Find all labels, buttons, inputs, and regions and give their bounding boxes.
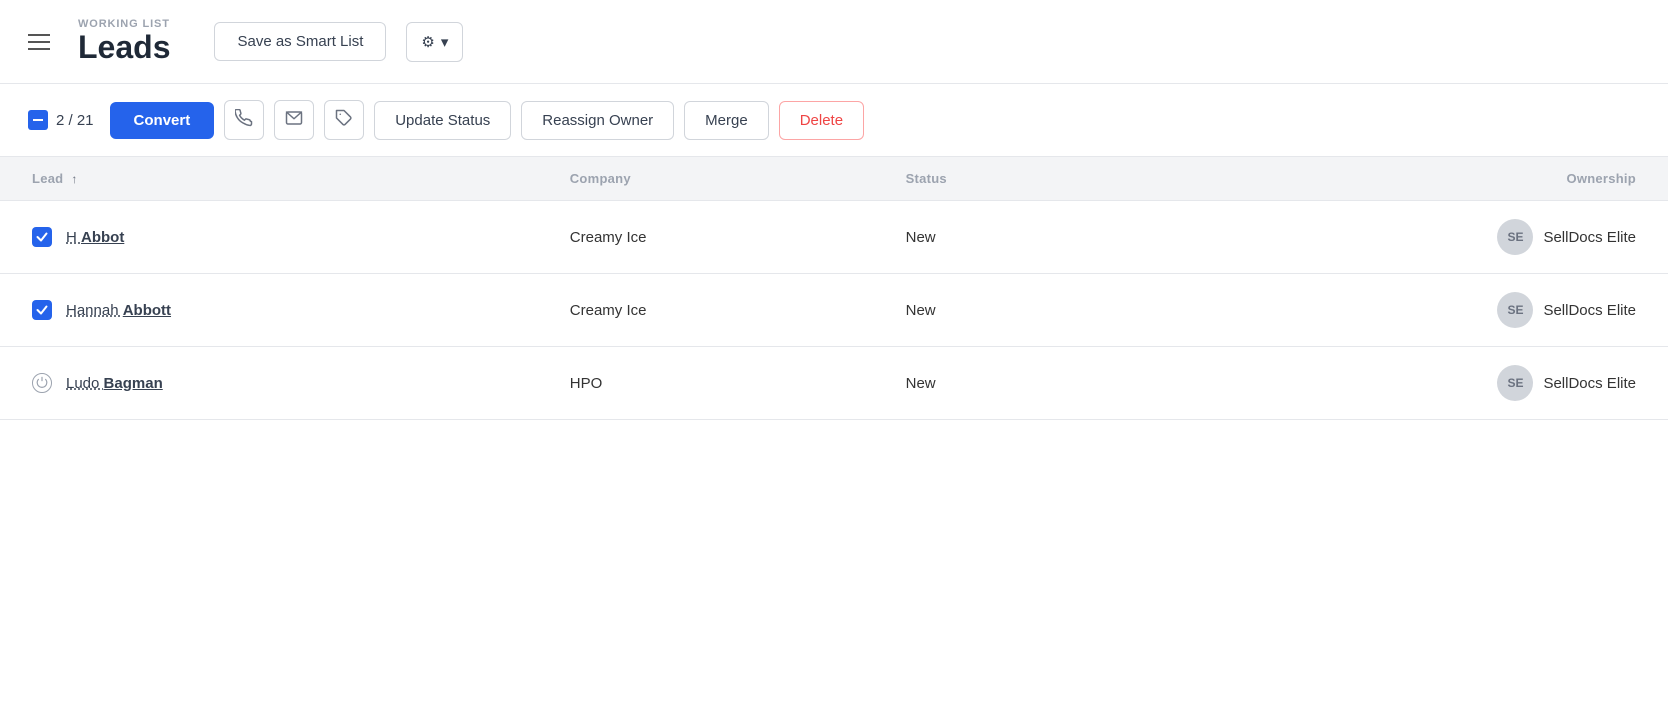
selection-count: 2 / 21 — [28, 110, 94, 130]
company-cell: Creamy Ice — [550, 274, 886, 347]
row-uncheck-icon[interactable] — [32, 373, 52, 393]
owner-name: SellDocs Elite — [1543, 375, 1636, 392]
gear-icon: ⚙ — [421, 33, 434, 51]
action-toolbar: 2 / 21 Convert Update Status Reassign Ow… — [0, 84, 1668, 157]
phone-button[interactable] — [224, 100, 264, 140]
deselect-all-button[interactable] — [28, 110, 48, 130]
table-row: Hannah Abbott Creamy IceNew SE SellDocs Eli… — [0, 274, 1668, 347]
table-header-row: Lead ↑ Company Status Ownership — [0, 157, 1668, 201]
lead-name[interactable]: Ludo Bagman — [66, 375, 163, 392]
menu-icon[interactable] — [28, 34, 50, 50]
company-cell: HPO — [550, 347, 886, 420]
owner-name: SellDocs Elite — [1543, 229, 1636, 246]
lead-cell: Ludo Bagman — [0, 347, 550, 420]
ownership-cell: SE SellDocs Elite — [1120, 347, 1668, 420]
status-cell: New — [886, 274, 1120, 347]
lead-cell: H Abbot — [0, 201, 550, 274]
leads-table-container: Lead ↑ Company Status Ownership H Abbot C… — [0, 157, 1668, 420]
phone-icon — [235, 109, 253, 132]
ownership-column-header: Ownership — [1120, 157, 1668, 201]
tag-icon — [335, 109, 353, 132]
convert-button[interactable]: Convert — [110, 102, 215, 139]
reassign-owner-button[interactable]: Reassign Owner — [521, 101, 674, 140]
lead-name[interactable]: Hannah Abbott — [66, 302, 171, 319]
sort-asc-icon: ↑ — [71, 172, 77, 186]
gear-dropdown-button[interactable]: ⚙ ▾ — [406, 22, 463, 62]
merge-button[interactable]: Merge — [684, 101, 769, 140]
status-cell: New — [886, 201, 1120, 274]
company-column-header: Company — [550, 157, 886, 201]
status-column-header: Status — [886, 157, 1120, 201]
ownership-cell: SE SellDocs Elite — [1120, 201, 1668, 274]
table-row: Ludo Bagman HPONew SE SellDocs Elite — [0, 347, 1668, 420]
email-icon — [285, 109, 303, 132]
owner-name: SellDocs Elite — [1543, 302, 1636, 319]
avatar: SE — [1497, 219, 1533, 255]
title-group: WORKING LIST Leads — [78, 18, 170, 65]
update-status-button[interactable]: Update Status — [374, 101, 511, 140]
avatar: SE — [1497, 365, 1533, 401]
row-checkbox[interactable] — [32, 300, 52, 320]
email-button[interactable] — [274, 100, 314, 140]
selected-count-text: 2 / 21 — [56, 112, 94, 129]
row-checkbox[interactable] — [32, 227, 52, 247]
lead-cell: Hannah Abbott — [0, 274, 550, 347]
chevron-down-icon: ▾ — [441, 33, 449, 51]
avatar: SE — [1497, 292, 1533, 328]
page-title: Leads — [78, 30, 170, 65]
table-row: H Abbot Creamy IceNew SE SellDocs Elite — [0, 201, 1668, 274]
leads-table: Lead ↑ Company Status Ownership H Abbot C… — [0, 157, 1668, 420]
company-cell: Creamy Ice — [550, 201, 886, 274]
lead-name[interactable]: H Abbot — [66, 229, 124, 246]
page-header: WORKING LIST Leads Save as Smart List ⚙ … — [0, 0, 1668, 84]
lead-column-header[interactable]: Lead ↑ — [0, 157, 550, 201]
delete-button[interactable]: Delete — [779, 101, 864, 140]
status-cell: New — [886, 347, 1120, 420]
ownership-cell: SE SellDocs Elite — [1120, 274, 1668, 347]
save-smart-list-button[interactable]: Save as Smart List — [214, 22, 386, 61]
tag-button[interactable] — [324, 100, 364, 140]
